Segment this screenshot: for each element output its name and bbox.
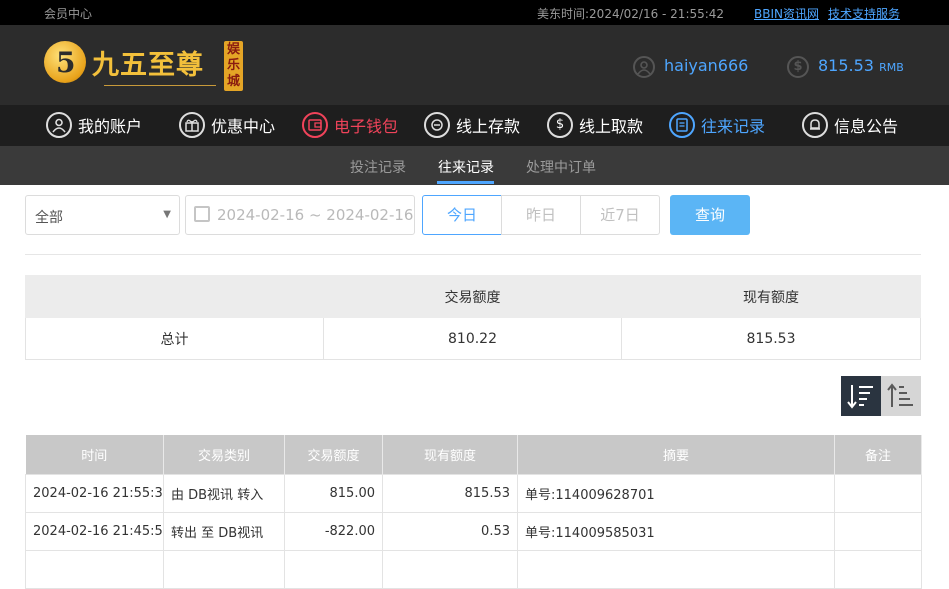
nav-e-wallet[interactable]: 电子钱包 [302,112,398,140]
header: 5 九五至尊 娱乐城 haiyan666 $ 815.53 RMB [0,25,949,105]
query-button[interactable]: 查询 [670,195,750,235]
tech-support-link[interactable]: 技术支持服务 [828,5,900,22]
nav-transaction-records[interactable]: 往来记录 [669,112,765,140]
records-icon [669,112,695,138]
cell-amount: 815.00 [284,473,383,513]
summary-header-row: 交易额度 现有额度 [25,275,921,318]
cell-note [834,473,922,513]
tab-bet-records[interactable]: 投注记录 [350,157,406,177]
summary-cell: 815.53 [621,317,921,360]
nav-promotions[interactable]: 优惠中心 [179,112,275,140]
select-value: 全部 [35,210,63,226]
records-header-row: 时间 交易类别 交易额度 现有额度 摘要 备注 [25,435,922,474]
column-header[interactable]: 备注 [834,435,922,474]
account-balance: 815.53 RMB [818,56,904,75]
caret-down-icon: ▼ [163,209,171,220]
transaction-type-select[interactable]: 全部 ▼ [25,195,180,235]
column-header[interactable]: 现有额度 [382,435,518,474]
nav-online-withdraw[interactable]: $ 线上取款 [547,112,643,140]
cell-time: 2024-02-16 21:45:55 [25,511,164,551]
site-logo[interactable]: 5 九五至尊 娱乐城 [44,37,244,95]
column-header[interactable]: 摘要 [517,435,835,474]
column-header[interactable]: 交易类别 [163,435,285,474]
date-range-value: 2024-02-16 ~ 2024-02-16 [217,206,414,224]
summary-cell: 810.22 [323,317,622,360]
balance-currency: RMB [879,61,904,74]
sub-nav: 投注记录 往来记录 处理中订单 [0,146,949,185]
calendar-icon [194,206,210,222]
records-table: 时间 交易类别 交易额度 现有额度 摘要 备注 2024-02-16 21:55… [25,435,922,589]
cell-type: 转出 至 DB视讯 [163,511,285,551]
period-7days-button[interactable]: 近7日 [580,195,660,235]
summary-table: 交易额度 现有额度 总计 810.22 815.53 [25,275,921,360]
logo-emblem: 5 [44,41,86,83]
divider [25,254,921,255]
us-east-time: 美东时间:2024/02/16 - 21:55:42 [537,5,724,22]
tab-transaction-records[interactable]: 往来记录 [438,157,494,177]
table-row [25,549,922,589]
summary-header: 现有额度 [621,275,921,318]
cell-time: 2024-02-16 21:55:35 [25,473,164,513]
summary-header: 交易额度 [323,275,622,318]
cell-balance: 0.53 [382,511,518,551]
cell-type: 由 DB视讯 转入 [163,473,285,513]
main-nav: 我的账户 优惠中心 电子钱包 线上存款 $ 线上取款 往来记录 信息公告 [0,105,949,146]
logo-tag: 娱乐城 [224,41,243,91]
cell-summary: 单号:114009585031 [517,511,835,551]
date-range-picker[interactable]: 2024-02-16 ~ 2024-02-16 [185,195,415,235]
cell-note [834,511,922,551]
nav-announcements[interactable]: 信息公告 [802,112,898,140]
column-header[interactable]: 时间 [25,435,164,474]
sort-descending-button[interactable] [841,376,881,416]
top-bar: 会员中心 美东时间:2024/02/16 - 21:55:42 BBIN资讯网 … [0,0,949,25]
summary-cell: 总计 [25,317,324,360]
period-today-button[interactable]: 今日 [422,195,502,235]
cell-balance: 815.53 [382,473,518,513]
period-yesterday-button[interactable]: 昨日 [501,195,581,235]
member-center-label: 会员中心 [44,7,93,21]
sort-ascending-button[interactable] [881,376,921,416]
gift-icon [179,112,205,138]
cell-amount: -822.00 [284,511,383,551]
user-icon [46,112,72,138]
logo-ornament [104,85,216,93]
sort-asc-icon [887,383,913,407]
cell-summary: 单号:114009628701 [517,473,835,513]
active-tab-indicator [437,181,494,184]
username: haiyan666 [664,56,749,75]
bbin-news-link[interactable]: BBIN资讯网 [754,5,819,22]
table-row: 2024-02-16 21:45:55 转出 至 DB视讯 -822.00 0.… [25,511,922,551]
table-row: 2024-02-16 21:55:35 由 DB视讯 转入 815.00 815… [25,473,922,513]
time-value: 2024/02/16 - 21:55:42 [589,7,725,21]
deposit-icon [424,112,450,138]
summary-header [25,275,324,318]
withdraw-icon: $ [547,112,573,138]
summary-total-row: 总计 810.22 815.53 [25,317,921,360]
time-label: 美东时间: [537,7,590,21]
balance-value: 815.53 [818,56,874,75]
user-icon [633,56,655,78]
nav-online-deposit[interactable]: 线上存款 [424,112,520,140]
logo-name: 九五至尊 [92,50,204,81]
tab-pending-orders[interactable]: 处理中订单 [526,157,596,177]
sort-desc-icon [847,385,873,409]
dollar-icon: $ [787,56,809,78]
nav-my-account[interactable]: 我的账户 [46,112,142,140]
column-header[interactable]: 交易额度 [284,435,383,474]
bell-icon [802,112,828,138]
wallet-icon [302,112,328,138]
